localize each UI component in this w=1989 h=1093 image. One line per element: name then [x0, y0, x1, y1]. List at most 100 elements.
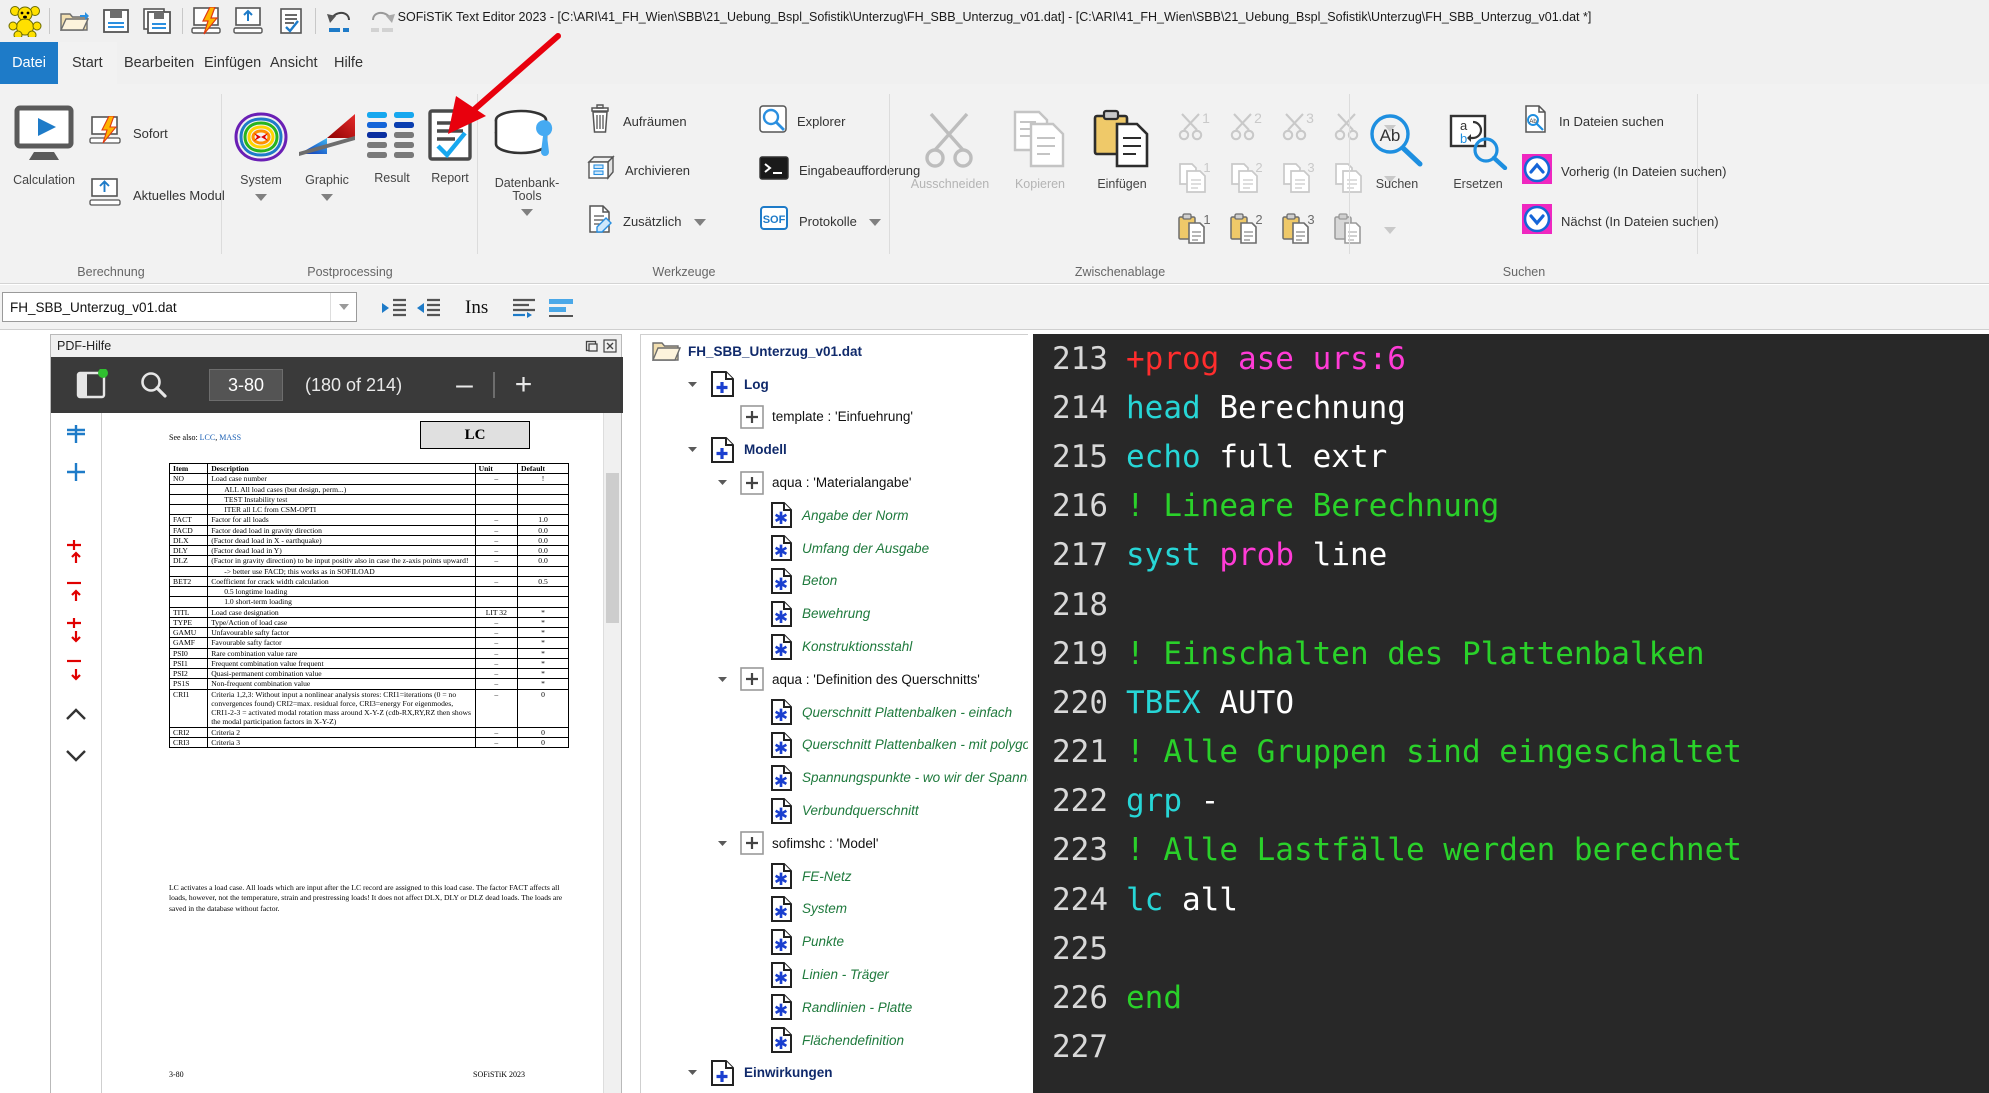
code-editor[interactable]: 213 +prog ase urs:6 214 head Berechnung 215 e… [1033, 334, 1989, 1093]
chevron-down-icon[interactable] [685, 1066, 699, 1080]
code-line[interactable]: 213 +prog ase urs:6 [1033, 334, 1989, 383]
page-number-input[interactable]: 3-80 [199, 357, 293, 413]
chevron-down-icon[interactable] [685, 443, 699, 457]
result-button[interactable]: Result [362, 108, 422, 185]
tree-item[interactable]: aqua : 'Materialangabe' [641, 466, 1028, 499]
tree-item[interactable]: Modell [641, 433, 1028, 466]
chevron-down-icon[interactable] [330, 293, 356, 321]
zoom-out-button[interactable]: – [446, 357, 483, 413]
sofort-button[interactable]: Sofort [88, 115, 168, 151]
tab-start[interactable]: Start [58, 42, 117, 84]
tree-item[interactable]: ✱ FE-Netz [641, 860, 1028, 893]
tree-item[interactable]: ✱ Angabe der Norm [641, 499, 1028, 532]
sidebar-toggle-icon[interactable] [65, 357, 119, 413]
tree-item[interactable]: ✱ Querschnitt Plattenbalken - mit polygo… [641, 729, 1028, 762]
chevron-down-icon[interactable] [715, 672, 729, 686]
pdf-scrollbar[interactable] [603, 413, 621, 1093]
datenbank-tools-button[interactable]: Datenbank-Tools [484, 108, 570, 221]
link-mass[interactable]: MASS [219, 433, 241, 442]
einfuegen-button[interactable]: Einfügen [1082, 108, 1162, 191]
zoom-in-rail-icon-2[interactable] [51, 455, 101, 489]
tree-item[interactable]: ✱ Verbundquerschnitt [641, 794, 1028, 827]
tree-item[interactable]: template : 'Einfuehrung' [641, 401, 1028, 434]
chevron-down-icon[interactable] [51, 738, 101, 772]
tree-item[interactable]: ✱ Konstruktionsstahl [641, 630, 1028, 663]
code-line[interactable]: 218 [1033, 580, 1989, 629]
tree-item[interactable]: aqua : 'Definition des Querschnitts' [641, 663, 1028, 696]
in-dateien-suchen-button[interactable]: Ab In Dateien suchen [1522, 104, 1664, 139]
code-line[interactable]: 220 TBEX AUTO [1033, 678, 1989, 727]
indent-increase-icon[interactable] [378, 294, 410, 321]
tree-item[interactable]: ✱ Bewehrung [641, 597, 1028, 630]
chevron-down-icon[interactable] [255, 194, 267, 201]
tree-item[interactable]: ✱ Beton [641, 565, 1028, 598]
code-line[interactable]: 225 [1033, 924, 1989, 973]
chevron-down-icon[interactable] [521, 209, 533, 217]
report-button[interactable]: Report [422, 108, 478, 185]
paste-slot-1-icon[interactable]: 1 [1176, 212, 1212, 251]
graphic-button[interactable]: Graphic [294, 108, 360, 206]
code-line[interactable]: 215 echo full extr [1033, 432, 1989, 481]
naechst-button[interactable]: Nächst (In Dateien suchen) [1522, 204, 1719, 239]
search-icon[interactable] [129, 357, 179, 413]
tab-datei[interactable]: Datei [0, 42, 58, 84]
tree-item[interactable]: ✱ Randlinien - Platte [641, 991, 1028, 1024]
tab-hilfe[interactable]: Hilfe [320, 42, 377, 84]
code-line[interactable]: 221 ! Alle Gruppen sind eingeschaltet [1033, 728, 1989, 777]
chevron-down-icon[interactable] [715, 476, 729, 490]
chevron-down-icon[interactable] [868, 218, 881, 226]
tree-item[interactable]: sofimshc : 'Model' [641, 827, 1028, 860]
chevron-down-icon[interactable] [715, 836, 729, 850]
paste-slot-3-icon[interactable]: 3 [1280, 212, 1316, 251]
copy-slot-3-icon[interactable]: 3 [1280, 160, 1316, 200]
code-line[interactable]: 217 syst prob line [1033, 531, 1989, 580]
copy-slot-1-icon[interactable]: 1 [1176, 160, 1212, 200]
pdf-left-rail[interactable] [51, 413, 101, 1093]
decrease-down-icon[interactable] [51, 651, 101, 685]
copy-slot-2-icon[interactable]: 2 [1228, 160, 1264, 200]
aktuelles-modul-button[interactable]: Aktuelles Modul [88, 178, 225, 213]
paste-slot-2-icon[interactable]: 2 [1228, 212, 1264, 251]
code-line[interactable]: 222 grp - [1033, 777, 1989, 826]
zoom-out-rail-icon[interactable] [51, 413, 101, 447]
wordwrap-icon[interactable] [546, 294, 578, 321]
tree-item[interactable]: ✱ Linien - Träger [641, 958, 1028, 991]
code-line[interactable]: 224 lc all [1033, 875, 1989, 924]
vorherig-button[interactable]: Vorherig (In Dateien suchen) [1522, 154, 1726, 189]
chevron-up-icon[interactable] [51, 698, 101, 732]
tree-item[interactable]: Log [641, 368, 1028, 401]
tree-item[interactable]: ✱ Spannungspunkte - wo wir der Spannu... [641, 761, 1028, 794]
tree-item[interactable]: ✱ Punkte [641, 925, 1028, 958]
align-left-icon[interactable] [508, 294, 540, 321]
suchen-button[interactable]: Ab Suchen [1360, 112, 1434, 191]
zoom-in-button[interactable]: + [505, 357, 543, 413]
ersetzen-button[interactable]: a b Ersetzen [1438, 112, 1518, 191]
explorer-button[interactable]: Explorer [758, 104, 845, 139]
tree-root[interactable]: FH_SBB_Unterzug_v01.dat [641, 335, 1028, 368]
indent-decrease-icon[interactable] [412, 294, 444, 321]
cut-slot-2-icon[interactable]: 2 [1228, 110, 1264, 149]
tree-item[interactable]: Einwirkungen [641, 1057, 1028, 1090]
pdf-toolbar[interactable]: 3-80 (180 of 214) – + [51, 357, 623, 413]
code-line[interactable]: 219 ! Einschalten des Plattenbalken [1033, 629, 1989, 678]
chevron-down-icon[interactable] [693, 218, 706, 226]
tree-item[interactable]: ✱ Flächendefinition [641, 1024, 1028, 1057]
file-combo[interactable]: FH_SBB_Unterzug_v01.dat [2, 292, 357, 322]
tree-item[interactable]: ✱ System [641, 893, 1028, 926]
calculation-button[interactable]: Calculation [5, 104, 83, 187]
aufraeumen-button[interactable]: Aufräumen [586, 104, 687, 139]
code-line[interactable]: 226 end [1033, 973, 1989, 1022]
code-line[interactable]: 216 ! Lineare Berechnung [1033, 482, 1989, 531]
link-lcc[interactable]: LCC [200, 433, 216, 442]
code-line[interactable]: 214 head Berechnung [1033, 383, 1989, 432]
cut-slot-1-icon[interactable]: 1 [1176, 110, 1212, 149]
chevron-down-icon[interactable] [321, 194, 333, 201]
tree-item[interactable]: ✱ Umfang der Ausgabe [641, 532, 1028, 565]
code-line[interactable]: 227 [1033, 1023, 1989, 1072]
tree-item[interactable]: ✱ Querschnitt Plattenbalken - einfach [641, 696, 1028, 729]
increase-down-icon[interactable] [51, 613, 101, 647]
pdf-page-view[interactable]: See also: LCC, MASS LC Item Description … [101, 413, 604, 1093]
file-structure-tree[interactable]: FH_SBB_Unterzug_v01.dat Log template : '… [640, 334, 1028, 1093]
archivieren-button[interactable]: Archivieren [586, 154, 690, 187]
zusaetzlich-button[interactable]: Zusätzlich [586, 204, 706, 239]
